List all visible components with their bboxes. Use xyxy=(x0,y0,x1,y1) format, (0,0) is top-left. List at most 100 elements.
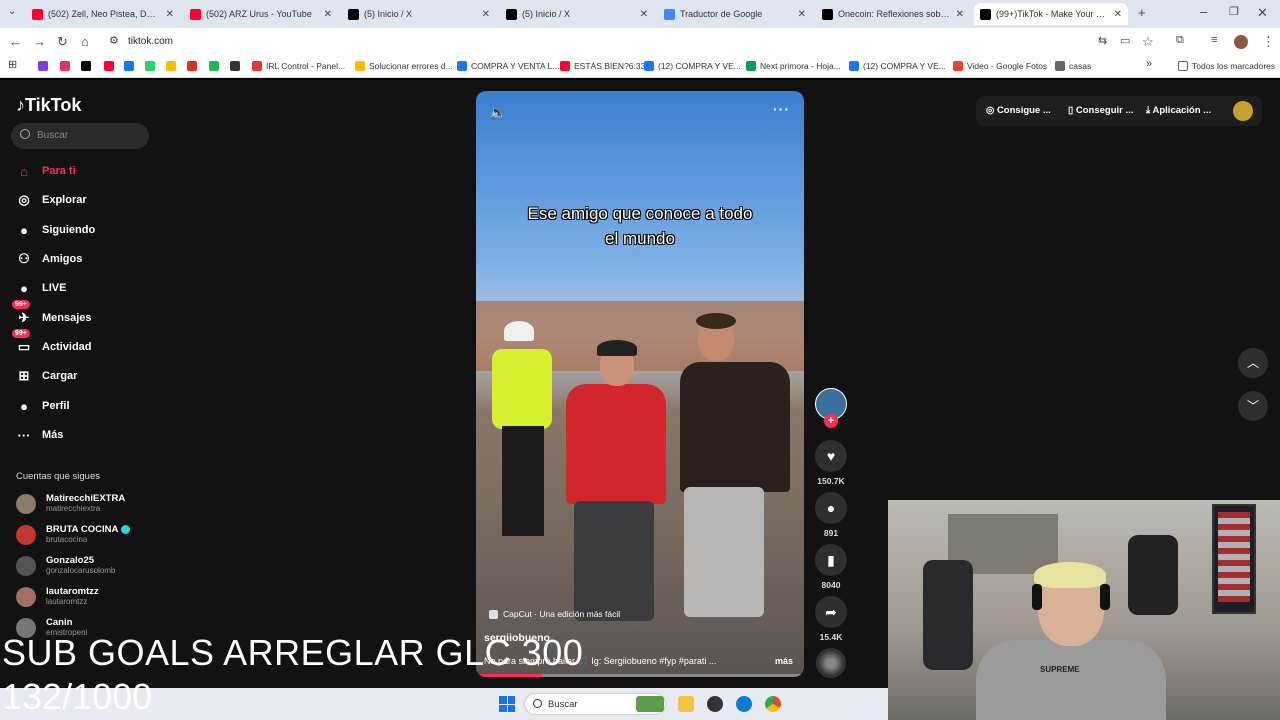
bookmark-item[interactable]: Next primora - Hoja... xyxy=(746,61,841,71)
nav-item-perfil[interactable]: ● Perfil xyxy=(16,396,69,416)
bookmark-item[interactable] xyxy=(38,61,52,71)
nav-item-explorar[interactable]: ◎ Explorar xyxy=(16,190,87,210)
bookmark-item[interactable] xyxy=(166,61,180,71)
close-window-icon[interactable]: ✕ xyxy=(1257,5,1268,21)
browser-tab[interactable]: (5) Inicio / X ✕ xyxy=(342,3,496,25)
close-tab-icon[interactable]: ✕ xyxy=(166,9,174,20)
bookmark-item[interactable]: COMPRA Y VENTA L... xyxy=(457,61,559,71)
like-button[interactable]: ♥ xyxy=(815,440,847,472)
bookmark-item[interactable]: ESTÁS BIEN?6:33 xyxy=(560,61,645,71)
bookmark-item[interactable]: Video - Google Fotos xyxy=(953,61,1047,71)
followed-account[interactable]: BRUTA COCINA brutacocina xyxy=(16,524,131,545)
menu-icon[interactable]: ⋮ xyxy=(1262,34,1275,50)
next-video-button[interactable]: ﹀ xyxy=(1238,391,1268,421)
close-tab-icon[interactable]: ✕ xyxy=(640,9,648,20)
tiktok-logo[interactable]: ♪TikTok xyxy=(16,95,81,116)
close-tab-icon[interactable]: ✕ xyxy=(324,9,332,20)
save-button[interactable]: ▮ xyxy=(815,544,847,576)
nav-item-live[interactable]: ● LIVE xyxy=(16,278,66,298)
share-button[interactable]: ➦ xyxy=(815,596,847,628)
file-explorer-icon[interactable] xyxy=(678,696,694,712)
reload-icon[interactable]: ↻ xyxy=(57,34,68,50)
bookmark-item[interactable] xyxy=(124,61,138,71)
site-info-icon[interactable]: ⚙ xyxy=(109,34,119,47)
home-icon[interactable]: ⌂ xyxy=(81,34,89,49)
media-icon[interactable]: ≡ xyxy=(1211,34,1217,46)
nav-item-siguiendo[interactable]: ● Siguiendo xyxy=(16,220,95,240)
music-disc-icon[interactable] xyxy=(816,648,846,678)
follow-plus-icon[interactable]: + xyxy=(824,414,838,428)
restore-icon[interactable]: ❐ xyxy=(1229,5,1239,18)
tab-title: (99+)TikTok - Make Your Day xyxy=(996,9,1108,19)
browser-tab[interactable]: Onecoin: Reflexiones sobre la M ✕ xyxy=(816,3,970,25)
close-tab-icon[interactable]: ✕ xyxy=(798,9,806,20)
bookmark-item[interactable] xyxy=(230,61,244,71)
widget-icon[interactable] xyxy=(636,696,664,712)
browser-tab[interactable]: (502) Zell, Neo Pistea, DUKI - S ✕ xyxy=(26,3,180,25)
nav-item-amigos[interactable]: ⚇ Amigos xyxy=(16,249,82,269)
url-field[interactable]: tiktok.com xyxy=(128,36,173,47)
capcut-tag[interactable]: CapCut · Una edición más fácil xyxy=(489,609,620,619)
previous-video-button[interactable]: ︿ xyxy=(1238,348,1268,378)
windows-start-icon[interactable] xyxy=(499,696,515,712)
nav-item-actividad[interactable]: ▭ Actividad xyxy=(16,337,92,357)
bookmark-item[interactable]: Solucionar errores d... xyxy=(355,61,453,71)
bookmark-item[interactable] xyxy=(187,61,201,71)
profile-avatar[interactable] xyxy=(1234,35,1248,49)
tab-search-icon[interactable]: ⌄ xyxy=(8,6,16,17)
comment-button[interactable]: ● xyxy=(815,492,847,524)
bookmark-item[interactable]: IRL Control - Panel... xyxy=(252,61,345,71)
bookmark-item[interactable] xyxy=(145,61,159,71)
folder-icon xyxy=(1178,61,1188,71)
bookmark-item[interactable]: (12) COMPRA Y VE... xyxy=(644,61,741,71)
obs-icon[interactable] xyxy=(707,696,723,712)
apps-grid-icon[interactable]: ⊞ xyxy=(8,58,17,71)
forward-icon[interactable]: → xyxy=(33,34,46,49)
close-tab-icon[interactable]: ✕ xyxy=(956,9,964,20)
close-tab-icon[interactable]: ✕ xyxy=(1114,9,1122,20)
app-download-button[interactable]: ⤓ Aplicación ... xyxy=(1146,105,1211,116)
followed-account[interactable]: lautaromtzz lautaromtzz xyxy=(16,586,99,607)
volume-icon[interactable]: 🔈 xyxy=(489,104,506,121)
more-bookmarks-icon[interactable]: » xyxy=(1146,58,1152,70)
bookmark-item[interactable]: casas xyxy=(1055,61,1091,71)
bookmark-item[interactable]: (12) COMPRA Y VE... xyxy=(849,61,946,71)
nav-item-mensajes[interactable]: ✈ Mensajes xyxy=(16,308,92,328)
back-icon[interactable]: ← xyxy=(9,34,22,49)
video-progress-bar[interactable] xyxy=(476,674,804,677)
user-avatar[interactable] xyxy=(1233,101,1253,121)
browser-tab[interactable]: Traductor de Google ✕ xyxy=(658,3,812,25)
nav-item-cargar[interactable]: ⊞ Cargar xyxy=(16,366,78,386)
get-app-button[interactable]: ▯ Conseguir ... xyxy=(1068,105,1133,116)
nav-item-label: Explorar xyxy=(42,194,87,206)
tab-favicon-icon xyxy=(506,8,517,20)
install-icon[interactable]: ▭ xyxy=(1120,34,1130,47)
followed-account[interactable]: MatirecchiEXTRA matirecchiextra xyxy=(16,493,125,514)
nav-item-para-ti[interactable]: ⌂ Para ti xyxy=(16,161,76,181)
bookmark-item[interactable] xyxy=(81,61,95,71)
close-tab-icon[interactable]: ✕ xyxy=(482,9,490,20)
bookmark-item[interactable] xyxy=(60,61,74,71)
bookmark-label: Solucionar errores d... xyxy=(369,61,453,71)
edge-icon[interactable] xyxy=(736,696,752,712)
new-tab-icon[interactable]: + xyxy=(1138,5,1146,20)
search-input[interactable]: Buscar xyxy=(11,123,149,149)
browser-tab[interactable]: (99+)TikTok - Make Your Day ✕ xyxy=(974,3,1128,25)
browser-tab[interactable]: (5) Inicio / X ✕ xyxy=(500,3,654,25)
get-coins-button[interactable]: ◎ Consigue ... xyxy=(986,105,1051,116)
account-text: lautaromtzz lautaromtzz xyxy=(46,586,99,607)
chrome-icon[interactable] xyxy=(765,696,781,712)
followed-account[interactable]: Gonzalo25 gonzalocarusolomb xyxy=(16,555,115,576)
bookmark-star-icon[interactable]: ☆ xyxy=(1142,34,1154,50)
all-bookmarks[interactable]: Todos los marcadores xyxy=(1178,61,1275,71)
video-options-icon[interactable]: ··· xyxy=(773,101,790,117)
bookmark-item[interactable] xyxy=(104,61,118,71)
browser-tab[interactable]: (502) ARZ Urus - YouTube ✕ xyxy=(184,3,338,25)
bookmark-item[interactable] xyxy=(209,61,223,71)
extensions-icon[interactable]: ⧉ xyxy=(1176,34,1184,47)
translate-icon[interactable]: ⇆ xyxy=(1098,34,1107,47)
minimize-icon[interactable]: – xyxy=(1200,4,1207,19)
video-player[interactable]: Ese amigo que conoce a todo el mundo 🔈 ·… xyxy=(476,91,804,677)
more-link[interactable]: más xyxy=(775,656,793,666)
nav-item-más[interactable]: ··· Más xyxy=(16,425,64,445)
